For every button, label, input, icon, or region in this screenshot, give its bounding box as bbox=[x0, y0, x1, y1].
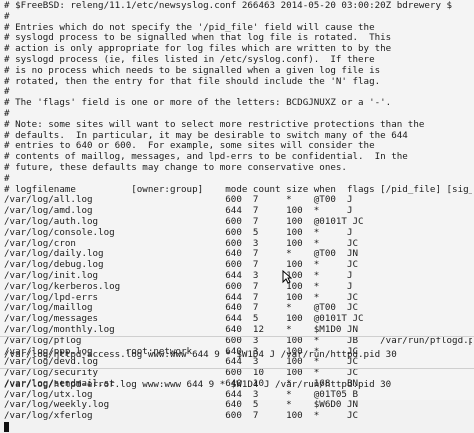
text-line-3: # Entries which do not specify the '/pid… bbox=[4, 22, 375, 33]
divider bbox=[0, 336, 474, 337]
text-line-7: # is no process which needs to be signal… bbox=[4, 65, 381, 76]
text-line-12: # Note: some sites will want to select m… bbox=[4, 119, 425, 130]
log-entry-line: /var/log/xferlog 600 7 100 * JC bbox=[4, 411, 359, 422]
text-line-5: # action is only appropriate for log fil… bbox=[4, 44, 392, 55]
log-entry-line: /var/log/lpd-errs 644 7 100 * JC bbox=[4, 292, 359, 303]
httpd-error-log-line: /var/log/httpd-error.log www:www 644 9 *… bbox=[4, 379, 392, 390]
text-line-1: # $FreeBSD: releng/11.1/etc/newsyslog.co… bbox=[4, 1, 453, 11]
log-entry-line: /var/log/console.log 600 5 100 * J bbox=[4, 227, 353, 238]
terminal-window[interactable]: # $FreeBSD: releng/11.1/etc/newsyslog.co… bbox=[0, 0, 474, 433]
log-entry-line: /var/log/all.log 600 7 * @T00 J bbox=[4, 195, 353, 206]
log-entry-line: /var/log/init.log 644 3 100 * J bbox=[4, 270, 353, 281]
mouse-pointer-icon bbox=[282, 270, 292, 284]
text-line-15: # contents of maillog, messages, and lpd… bbox=[4, 152, 408, 163]
log-entry-line: /var/log/security 600 10 100 * JC bbox=[4, 368, 359, 379]
log-entry-line: /var/log/cron 600 3 100 * JC bbox=[4, 238, 359, 249]
log-entry-line: /var/log/auth.log 600 7 100 @0101T JC bbox=[4, 216, 364, 227]
log-entry-line: /var/log/maillog 640 7 * @T00 JC bbox=[4, 303, 359, 314]
text-cursor bbox=[4, 422, 9, 433]
log-entry-line: /var/log/kerberos.log 600 7 100 * J bbox=[4, 281, 353, 292]
text-line-6: # syslogd process (ie, files listed in /… bbox=[4, 54, 375, 65]
text-line-13: # defaults. In particular, it may be des… bbox=[4, 130, 408, 141]
text-line-2: # bbox=[4, 11, 10, 22]
text-line-10: # The 'flags' field is one or more of th… bbox=[4, 98, 392, 109]
httpd-access-log-line: /var/log/httpd-access.log www:www 644 9 … bbox=[4, 349, 397, 360]
log-entry-line: /var/log/amd.log 644 7 100 * J bbox=[4, 206, 353, 217]
log-entry-line: /var/log/messages 644 5 100 @0101T JC bbox=[4, 314, 364, 325]
text-line-8: # rotated, then the entry for that file … bbox=[4, 76, 381, 87]
log-entry-line: /var/log/monthly.log 640 12 * $M1D0 JN bbox=[4, 324, 359, 335]
divider bbox=[0, 368, 474, 369]
log-entry-line: /var/log/pflog 600 3 100 * JB /var/run/p… bbox=[4, 335, 472, 346]
cursor-line[interactable] bbox=[4, 422, 472, 433]
column-header-line: # logfilename [owner:group] mode count s… bbox=[4, 184, 472, 195]
log-entry-line: /var/log/daily.log 640 7 * @T00 JN bbox=[4, 249, 359, 260]
text-line-4: # syslogd process to be signalled when t… bbox=[4, 33, 392, 44]
text-line-9: # bbox=[4, 87, 10, 98]
text-line-16: # future, these defaults may change to m… bbox=[4, 162, 347, 173]
text-line-14: # entries to 640 or 600. For example, so… bbox=[4, 141, 375, 152]
text-line-11: # bbox=[4, 108, 10, 119]
log-entry-line: /var/log/weekly.log 640 5 * $W6D0 JN bbox=[4, 400, 359, 411]
log-entry-line: /var/log/debug.log 600 7 100 * JC bbox=[4, 260, 359, 271]
log-entry-line: /var/log/utx.log 644 3 * @01T05 B bbox=[4, 389, 359, 400]
text-line-17: # bbox=[4, 173, 10, 184]
